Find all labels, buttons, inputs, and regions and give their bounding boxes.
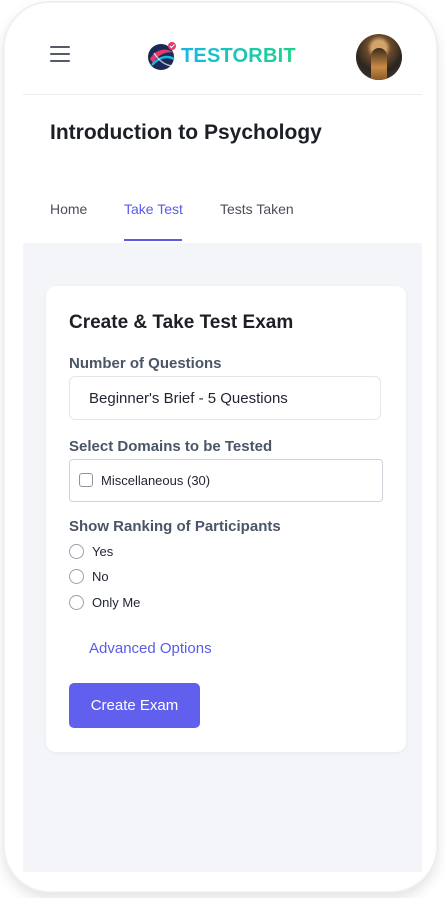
create-exam-button[interactable]: Create Exam bbox=[69, 683, 200, 728]
testorbit-logo-icon bbox=[148, 42, 176, 70]
ranking-label: Show Ranking of Participants bbox=[69, 518, 281, 535]
questions-label: Number of Questions bbox=[69, 355, 222, 372]
page-title: Introduction to Psychology bbox=[50, 121, 322, 144]
course-tabs: Home Take Test Tests Taken bbox=[23, 201, 422, 243]
domain-checkbox[interactable] bbox=[79, 473, 93, 487]
domain-checkbox-label[interactable]: Miscellaneous (30) bbox=[101, 473, 210, 488]
domains-list: Miscellaneous (30) bbox=[69, 459, 383, 502]
radio-button[interactable] bbox=[69, 544, 84, 559]
radio-label[interactable]: No bbox=[92, 569, 109, 584]
advanced-options-link[interactable]: Advanced Options bbox=[89, 640, 212, 657]
hamburger-menu-icon[interactable] bbox=[50, 46, 70, 62]
app-screen: TESTORBIT Introduction to Psychology Hom… bbox=[23, 20, 422, 872]
top-bar: TESTORBIT bbox=[23, 20, 422, 95]
phone-frame: TESTORBIT Introduction to Psychology Hom… bbox=[4, 2, 437, 892]
questions-selected-value: Beginner's Brief - 5 Questions bbox=[89, 390, 288, 407]
tab-tests-taken[interactable]: Tests Taken bbox=[220, 201, 294, 217]
radio-label[interactable]: Yes bbox=[92, 544, 113, 559]
create-exam-card: Create & Take Test Exam Number of Questi… bbox=[46, 286, 406, 752]
radio-label[interactable]: Only Me bbox=[92, 595, 140, 610]
course-header: Introduction to Psychology Home Take Tes… bbox=[23, 95, 422, 243]
radio-button[interactable] bbox=[69, 569, 84, 584]
radio-button[interactable] bbox=[69, 595, 84, 610]
tab-take-test[interactable]: Take Test bbox=[124, 201, 183, 217]
user-avatar[interactable] bbox=[356, 34, 402, 80]
tab-home[interactable]: Home bbox=[50, 201, 87, 217]
domains-label: Select Domains to be Tested bbox=[69, 438, 273, 455]
active-tab-indicator bbox=[124, 239, 182, 241]
questions-select[interactable]: Beginner's Brief - 5 Questions bbox=[69, 376, 381, 420]
brand-logo[interactable]: TESTORBIT bbox=[145, 38, 296, 74]
form-title: Create & Take Test Exam bbox=[69, 312, 294, 333]
brand-name: TESTORBIT bbox=[181, 44, 296, 67]
